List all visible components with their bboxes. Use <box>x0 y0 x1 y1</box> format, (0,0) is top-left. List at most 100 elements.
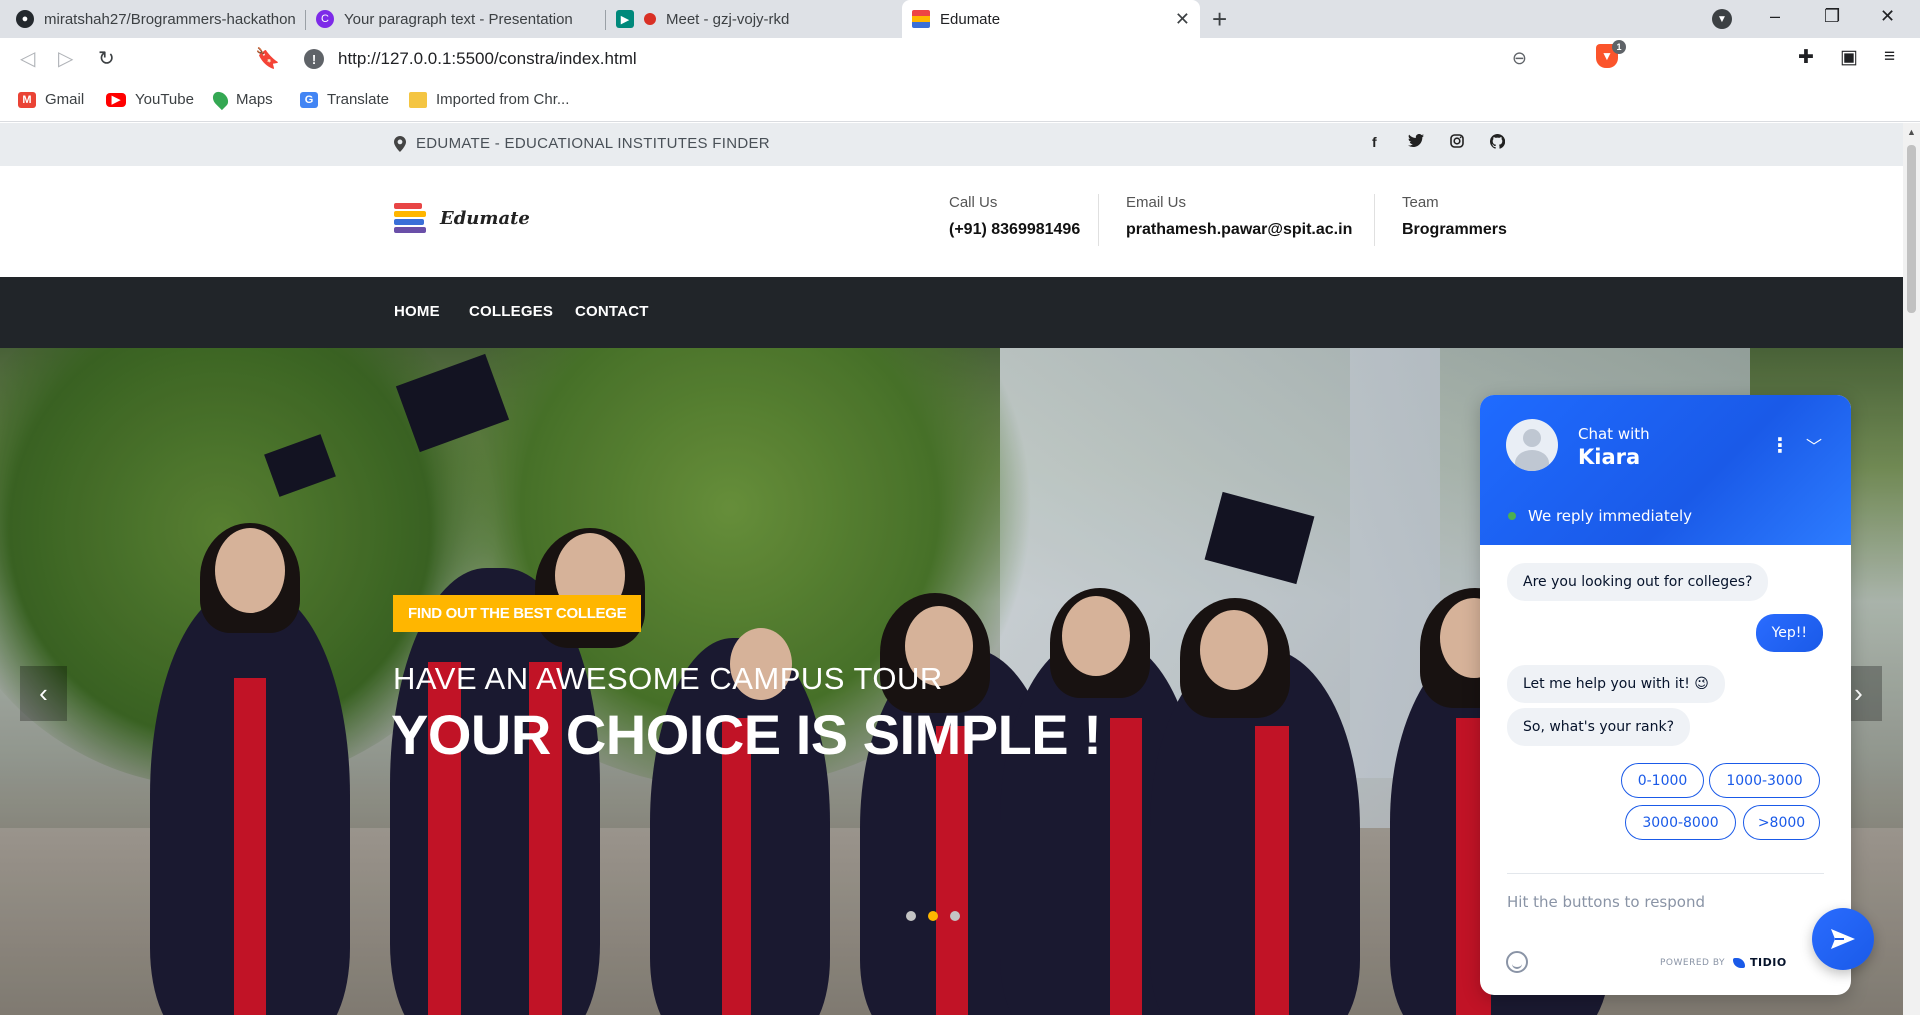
menu-icon[interactable]: ≡ <box>1884 46 1895 68</box>
slider-dot-active[interactable] <box>928 911 938 921</box>
quick-reply-button[interactable]: 0-1000 <box>1621 763 1704 798</box>
bookmark-youtube[interactable]: ▶ YouTube <box>106 91 194 108</box>
chevron-left-icon: ‹ <box>39 678 48 708</box>
site-info-icon[interactable]: ! <box>304 49 324 69</box>
tab-github[interactable]: ● miratshah27/Brogrammers-hackathon <box>6 0 306 38</box>
bookmark-label: Gmail <box>45 91 85 108</box>
instagram-icon[interactable] <box>1450 134 1464 151</box>
wallet-icon[interactable]: ▣ <box>1840 46 1858 69</box>
chevron-right-icon: › <box>1854 678 1863 708</box>
email-us-block: Email Us prathamesh.pawar@spit.ac.in <box>1126 194 1352 239</box>
chat-header: Chat with Kiara ⋮ ﹀ We reply immediately <box>1480 395 1851 545</box>
restore-button[interactable]: ❐ <box>1824 6 1840 27</box>
nav-contact[interactable]: CONTACT <box>575 303 649 320</box>
bookmark-gmail[interactable]: M Gmail <box>18 91 84 108</box>
edumate-icon <box>912 10 930 28</box>
youtube-icon: ▶ <box>106 92 126 107</box>
site-logo[interactable]: Edumate <box>394 202 530 234</box>
site-topbar: EDUMATE - EDUCATIONAL INSTITUTES FINDER … <box>0 123 1903 166</box>
folder-icon <box>409 91 427 108</box>
slider-prev-button[interactable]: ‹ <box>20 666 67 721</box>
tab-title: Meet - gzj-vojy-rkd <box>666 10 790 28</box>
header-divider <box>1374 194 1375 246</box>
scrollbar-thumb[interactable] <box>1907 145 1916 313</box>
site-header: Edumate Call Us (+91) 8369981496 Email U… <box>0 166 1903 277</box>
header-divider <box>1098 194 1099 246</box>
facebook-icon[interactable]: f <box>1372 134 1377 150</box>
bookmarks-bar: M Gmail ▶ YouTube Maps G Translate Impor… <box>0 80 1920 122</box>
call-us-label: Call Us <box>949 194 998 211</box>
bookmark-translate[interactable]: G Translate <box>300 91 389 108</box>
zoom-icon[interactable]: ⊖ <box>1512 48 1527 69</box>
emoji-icon[interactable] <box>1506 951 1528 973</box>
quick-reply-button[interactable]: 3000-8000 <box>1625 805 1736 840</box>
agent-name: Kiara <box>1578 445 1641 469</box>
tidio-label: TIDIO <box>1750 956 1787 969</box>
online-dot-icon <box>1508 512 1516 520</box>
team-name: Brogrammers <box>1402 221 1507 238</box>
minimize-chat-icon[interactable]: ﹀ <box>1806 433 1822 457</box>
powered-by: POWERED BY TIDIO <box>1660 956 1787 969</box>
page-scrollbar[interactable]: ▲ <box>1903 123 1920 1015</box>
tab-edumate[interactable]: Edumate ✕ <box>902 0 1200 38</box>
hero-badge: FIND OUT THE BEST COLLEGE <box>393 595 642 632</box>
site-tagline: EDUMATE - EDUCATIONAL INSTITUTES FINDER <box>394 135 770 152</box>
tab-search-icon[interactable]: ▼ <box>1712 9 1732 29</box>
new-tab-button[interactable]: + <box>1212 4 1227 35</box>
status-text: We reply immediately <box>1528 507 1693 525</box>
chat-input[interactable]: Hit the buttons to respond <box>1507 893 1705 911</box>
tab-title: Your paragraph text - Presentation <box>344 10 573 28</box>
tab-meet[interactable]: ▶ Meet - gzj-vojy-rkd <box>606 0 902 38</box>
send-button[interactable] <box>1812 908 1874 970</box>
minimize-button[interactable]: – <box>1770 6 1780 27</box>
powered-by-label: POWERED BY <box>1660 957 1726 968</box>
logo-text: Edumate <box>440 207 530 229</box>
address-bar[interactable]: ! http://127.0.0.1:5500/constra/index.ht… <box>290 43 1587 75</box>
back-icon[interactable]: ◁ <box>20 46 35 71</box>
maps-icon <box>209 88 232 111</box>
gmail-icon: M <box>18 91 36 108</box>
bookmark-icon[interactable]: 🔖 <box>255 46 280 71</box>
scroll-up-icon[interactable]: ▲ <box>1907 127 1916 137</box>
team-block: Team Brogrammers <box>1402 194 1507 239</box>
tagline-text: EDUMATE - EDUCATIONAL INSTITUTES FINDER <box>416 135 770 152</box>
hero-title: YOUR CHOICE IS SIMPLE ! <box>391 703 1102 766</box>
quick-reply-button[interactable]: >8000 <box>1743 805 1820 840</box>
main-nav: HOME COLLEGES CONTACT <box>0 277 1903 348</box>
close-tab-icon[interactable]: ✕ <box>1175 9 1190 30</box>
bookmark-imported-folder[interactable]: Imported from Chr... <box>409 91 569 108</box>
books-logo-icon <box>394 202 426 234</box>
reload-icon[interactable]: ↻ <box>98 46 115 71</box>
nav-colleges[interactable]: COLLEGES <box>469 303 553 320</box>
chat-message-bot: So, what's your rank? <box>1507 708 1691 746</box>
call-us-block: Call Us (+91) 8369981496 <box>949 194 1080 239</box>
chat-status: We reply immediately <box>1508 507 1692 525</box>
tidio-brand[interactable]: TIDIO <box>1733 956 1787 969</box>
brave-shields-icon[interactable]: ▼ 1 <box>1596 40 1626 68</box>
twitter-icon[interactable] <box>1408 133 1424 150</box>
shields-count-badge: 1 <box>1612 40 1626 54</box>
tab-title: miratshah27/Brogrammers-hackathon <box>44 10 296 28</box>
chat-message-bot: Are you looking out for colleges? <box>1507 563 1769 601</box>
quick-reply-button[interactable]: 1000-3000 <box>1709 763 1820 798</box>
browser-toolbar: ◁ ▷ ↻ 🔖 ! http://127.0.0.1:5500/constra/… <box>0 38 1920 80</box>
email-us-address[interactable]: prathamesh.pawar@spit.ac.in <box>1126 221 1352 239</box>
send-icon <box>1831 929 1855 949</box>
tab-canva[interactable]: C Your paragraph text - Presentation <box>306 0 606 38</box>
github-icon[interactable] <box>1489 133 1506 152</box>
translate-icon: G <box>300 91 318 108</box>
slider-dot[interactable] <box>906 911 916 921</box>
nav-home[interactable]: HOME <box>394 303 440 320</box>
tidio-logo-icon <box>1733 957 1746 968</box>
bookmark-maps[interactable]: Maps <box>209 88 273 111</box>
recording-icon <box>644 13 656 25</box>
extensions-icon[interactable]: ✚ <box>1798 46 1814 69</box>
more-options-icon[interactable]: ⋮ <box>1770 433 1790 457</box>
chat-with-label: Chat with <box>1578 425 1650 443</box>
forward-icon[interactable]: ▷ <box>58 46 73 71</box>
canva-icon: C <box>316 10 334 28</box>
close-window-button[interactable]: ✕ <box>1880 6 1895 27</box>
call-us-number[interactable]: (+91) 8369981496 <box>949 221 1080 239</box>
url-text[interactable]: http://127.0.0.1:5500/constra/index.html <box>338 49 637 69</box>
slider-dot[interactable] <box>950 911 960 921</box>
